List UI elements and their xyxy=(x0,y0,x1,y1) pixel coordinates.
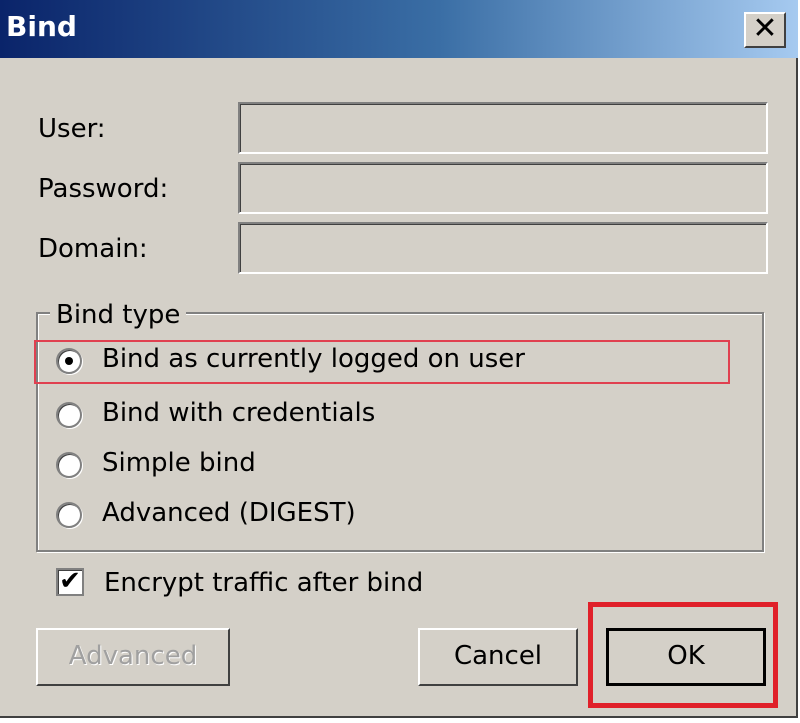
radio-label: Simple bind xyxy=(102,448,256,478)
radio-button[interactable] xyxy=(56,452,82,478)
advanced-button[interactable]: Advanced xyxy=(36,628,230,686)
cancel-button[interactable]: Cancel xyxy=(418,628,578,686)
domain-label: Domain: xyxy=(38,234,148,264)
user-field-frame[interactable] xyxy=(238,102,768,154)
password-label: Password: xyxy=(38,174,169,204)
bind-type-legend: Bind type xyxy=(50,300,187,330)
radio-label: Bind as currently logged on user xyxy=(102,344,525,374)
password-field-frame[interactable] xyxy=(238,162,768,214)
bind-dialog: Bind ✕ User: Password: Domain: Bind type… xyxy=(0,0,798,718)
radio-button[interactable] xyxy=(56,502,82,528)
radio-button[interactable] xyxy=(56,402,82,428)
highlight-box-ok xyxy=(588,602,778,708)
encrypt-checkbox[interactable]: ✔ xyxy=(56,568,84,596)
title-bar[interactable]: Bind ✕ xyxy=(0,0,798,58)
password-input[interactable] xyxy=(240,164,766,212)
domain-input[interactable] xyxy=(240,224,766,272)
check-icon: ✔ xyxy=(59,566,81,596)
user-label: User: xyxy=(38,114,106,144)
close-icon: ✕ xyxy=(752,11,778,46)
close-button[interactable]: ✕ xyxy=(744,12,786,48)
radio-label: Advanced (DIGEST) xyxy=(102,498,356,528)
user-input[interactable] xyxy=(240,104,766,152)
domain-field-frame[interactable] xyxy=(238,222,768,274)
radio-button-selected[interactable] xyxy=(56,348,82,374)
radio-label: Bind with credentials xyxy=(102,398,376,428)
encrypt-checkbox-label[interactable]: Encrypt traffic after bind xyxy=(104,568,423,598)
window-title: Bind xyxy=(6,10,77,43)
